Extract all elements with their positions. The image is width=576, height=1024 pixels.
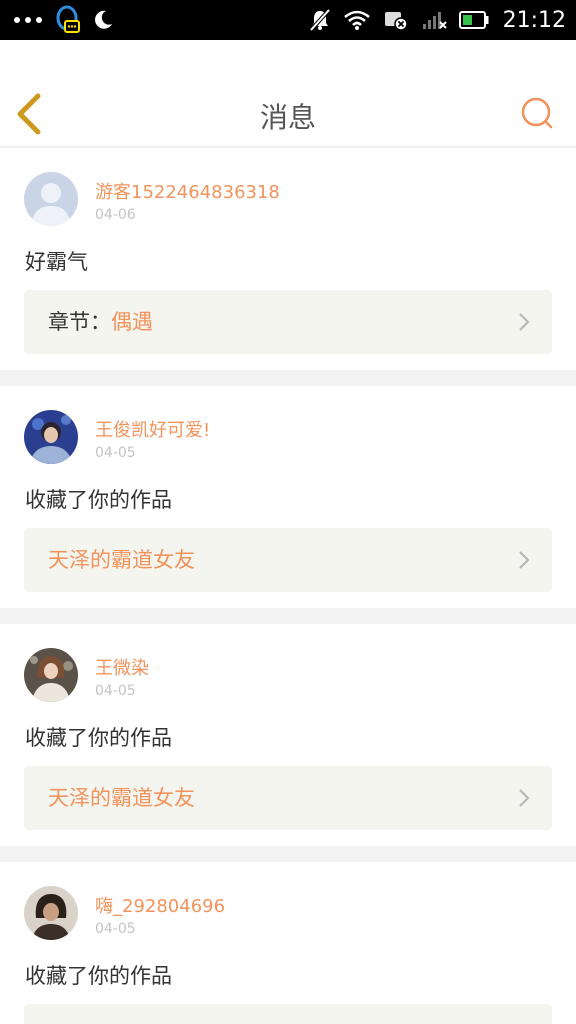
work-title: 天泽的霸道女友	[48, 786, 195, 810]
status-bar: 21:12	[0, 0, 576, 40]
sim-icon	[383, 8, 409, 32]
message-date: 04-05	[95, 683, 136, 699]
work-link[interactable]	[24, 1004, 552, 1024]
avatar[interactable]	[24, 648, 78, 702]
avatar[interactable]	[24, 172, 78, 226]
message-text: 好霸气	[25, 250, 88, 274]
user-photo-icon	[24, 648, 78, 702]
user-photo-icon	[24, 886, 78, 940]
chevron-right-icon	[519, 551, 530, 569]
message-text: 收藏了你的作品	[25, 726, 172, 750]
message-item[interactable]: 王微染 04-05 收藏了你的作品 天泽的霸道女友	[0, 624, 576, 846]
message-text: 收藏了你的作品	[25, 964, 172, 988]
username[interactable]: 王微染	[95, 654, 149, 680]
default-avatar-icon	[24, 172, 78, 226]
username[interactable]: 嗨_292804696	[95, 892, 225, 918]
moon-icon	[92, 9, 114, 31]
message-date: 04-06	[95, 207, 136, 223]
divider	[0, 608, 576, 624]
chapter-label: 章节：	[48, 310, 111, 334]
search-button[interactable]	[520, 96, 554, 130]
username[interactable]: 王俊凯好可爱!	[95, 416, 210, 442]
user-photo-icon	[24, 410, 78, 464]
message-item[interactable]: 嗨_292804696 04-05 收藏了你的作品	[0, 862, 576, 1024]
divider	[0, 370, 576, 386]
chapter-text: 章节：偶遇	[48, 290, 153, 354]
chevron-right-icon	[519, 789, 530, 807]
more-dots-icon	[14, 17, 42, 23]
app-header: 消息	[0, 40, 576, 148]
message-date: 04-05	[95, 921, 136, 937]
work-title: 天泽的霸道女友	[48, 548, 195, 572]
message-item[interactable]: 游客1522464836318 04-06 好霸气 章节：偶遇	[0, 150, 576, 370]
chapter-name: 偶遇	[111, 310, 153, 334]
divider	[0, 846, 576, 862]
avatar[interactable]	[24, 886, 78, 940]
search-icon	[521, 97, 553, 129]
chevron-right-icon	[519, 313, 530, 331]
notifications-off-icon	[309, 8, 331, 32]
work-link[interactable]: 天泽的霸道女友	[24, 528, 552, 592]
signal-icon	[421, 9, 447, 31]
avatar[interactable]	[24, 410, 78, 464]
message-date: 04-05	[95, 445, 136, 461]
chapter-link[interactable]: 章节：偶遇	[24, 290, 552, 354]
clock: 21:12	[502, 7, 566, 33]
work-link[interactable]: 天泽的霸道女友	[24, 766, 552, 830]
username[interactable]: 游客1522464836318	[95, 178, 280, 204]
wifi-icon	[343, 9, 371, 31]
qq-icon	[54, 5, 80, 35]
message-text: 收藏了你的作品	[25, 488, 172, 512]
page-title: 消息	[259, 101, 316, 134]
message-item[interactable]: 王俊凯好可爱! 04-05 收藏了你的作品 天泽的霸道女友	[0, 386, 576, 608]
battery-icon	[458, 11, 489, 29]
